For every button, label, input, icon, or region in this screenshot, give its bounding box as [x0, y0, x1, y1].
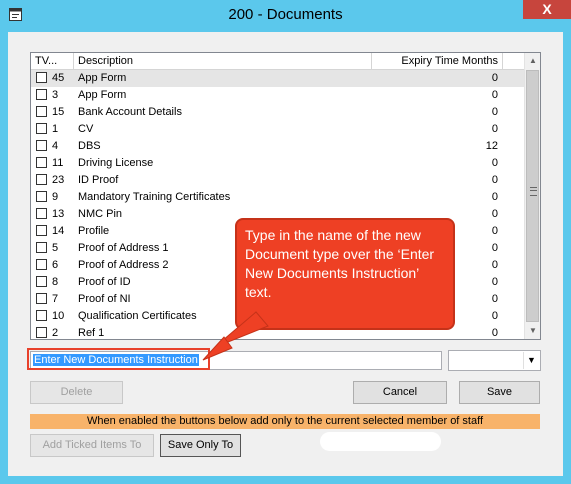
- row-checkbox[interactable]: [36, 208, 47, 219]
- column-header-tv[interactable]: TV...: [31, 53, 74, 69]
- row-expiry: 0: [491, 208, 498, 220]
- delete-button[interactable]: Delete: [30, 381, 123, 404]
- row-expiry: 0: [491, 242, 498, 254]
- row-description: CV: [78, 123, 94, 135]
- decorative-pill: [320, 432, 441, 451]
- documents-window: 200 - Documents X TV... Description Expi…: [0, 0, 571, 484]
- chevron-down-icon[interactable]: ▼: [523, 352, 539, 369]
- row-expiry: 0: [491, 276, 498, 288]
- row-tv-number: 5: [52, 242, 59, 254]
- cancel-button[interactable]: Cancel: [353, 381, 447, 404]
- row-expiry: 12: [485, 140, 498, 152]
- row-description: Qualification Certificates: [78, 310, 197, 322]
- table-row[interactable]: 45 App Form 0: [31, 70, 524, 87]
- table-row[interactable]: 1 CV 0: [31, 121, 524, 138]
- add-ticked-items-button[interactable]: Add Ticked Items To: [30, 434, 154, 457]
- row-description: App Form: [78, 72, 127, 84]
- row-tv-number: 13: [52, 208, 65, 220]
- row-checkbox[interactable]: [36, 191, 47, 202]
- close-button[interactable]: X: [523, 0, 571, 19]
- row-description: App Form: [78, 89, 127, 101]
- row-description: NMC Pin: [78, 208, 123, 220]
- row-checkbox[interactable]: [36, 225, 47, 236]
- row-tv-number: 10: [52, 310, 65, 322]
- row-checkbox[interactable]: [36, 106, 47, 117]
- row-description: Proof of Address 2: [78, 259, 169, 271]
- row-checkbox[interactable]: [36, 140, 47, 151]
- row-description: Ref 1: [78, 327, 105, 339]
- row-checkbox[interactable]: [36, 293, 47, 304]
- row-tv-number: 23: [52, 174, 65, 186]
- column-header-description[interactable]: Description: [74, 53, 372, 69]
- grid-header: TV... Description Expiry Time Months: [31, 53, 524, 70]
- row-description: Proof of NI: [78, 293, 131, 305]
- save-only-to-button[interactable]: Save Only To: [160, 434, 241, 457]
- row-description: ID Proof: [78, 174, 119, 186]
- row-checkbox[interactable]: [36, 123, 47, 134]
- row-checkbox[interactable]: [36, 276, 47, 287]
- row-checkbox[interactable]: [36, 157, 47, 168]
- row-expiry: 0: [491, 327, 498, 339]
- table-row[interactable]: 9 Mandatory Training Certificates 0: [31, 189, 524, 206]
- row-checkbox[interactable]: [36, 259, 47, 270]
- row-expiry: 0: [491, 225, 498, 237]
- table-row[interactable]: 11 Driving License 0: [31, 155, 524, 172]
- row-tv-number: 3: [52, 89, 59, 101]
- row-tv-number: 9: [52, 191, 59, 203]
- column-header-expiry[interactable]: Expiry Time Months: [372, 53, 503, 69]
- row-tv-number: 1: [52, 123, 59, 135]
- scroll-up-icon[interactable]: ▲: [525, 53, 540, 69]
- document-type-select[interactable]: ▼: [448, 350, 541, 371]
- row-checkbox[interactable]: [36, 327, 47, 338]
- table-row[interactable]: 4 DBS 12: [31, 138, 524, 155]
- table-row[interactable]: 23 ID Proof 0: [31, 172, 524, 189]
- row-description: DBS: [78, 140, 101, 152]
- row-description: Profile: [78, 225, 110, 237]
- row-checkbox[interactable]: [36, 242, 47, 253]
- grip-icon: [530, 187, 537, 196]
- row-description: Mandatory Training Certificates: [78, 191, 231, 203]
- row-expiry: 0: [491, 310, 498, 322]
- row-checkbox[interactable]: [36, 310, 47, 321]
- scroll-thumb[interactable]: [526, 70, 539, 322]
- row-expiry: 0: [491, 191, 498, 203]
- input-highlight-box: [27, 348, 210, 370]
- scroll-down-icon[interactable]: ▼: [525, 323, 540, 339]
- row-tv-number: 8: [52, 276, 59, 288]
- instruction-callout: Type in the name of the new Document typ…: [235, 218, 455, 330]
- title-bar[interactable]: 200 - Documents X: [0, 0, 571, 32]
- staff-notice-banner: When enabled the buttons below add only …: [30, 414, 540, 429]
- row-expiry: 0: [491, 89, 498, 101]
- row-description: Bank Account Details: [78, 106, 182, 118]
- row-description: Proof of Address 1: [78, 242, 169, 254]
- row-expiry: 0: [491, 72, 498, 84]
- row-tv-number: 11: [52, 157, 64, 169]
- vertical-scrollbar[interactable]: ▲ ▼: [524, 53, 540, 339]
- row-tv-number: 6: [52, 259, 59, 271]
- row-expiry: 0: [491, 174, 498, 186]
- row-tv-number: 15: [52, 106, 65, 118]
- table-row[interactable]: 15 Bank Account Details 0: [31, 104, 524, 121]
- row-expiry: 0: [491, 259, 498, 271]
- save-button[interactable]: Save: [459, 381, 540, 404]
- row-tv-number: 14: [52, 225, 65, 237]
- row-expiry: 0: [491, 123, 498, 135]
- row-expiry: 0: [491, 157, 498, 169]
- row-tv-number: 7: [52, 293, 59, 305]
- row-description: Driving License: [78, 157, 154, 169]
- row-tv-number: 4: [52, 140, 59, 152]
- row-description: Proof of ID: [78, 276, 131, 288]
- row-checkbox[interactable]: [36, 89, 47, 100]
- row-tv-number: 2: [52, 327, 59, 339]
- row-tv-number: 45: [52, 72, 65, 84]
- row-checkbox[interactable]: [36, 72, 47, 83]
- row-expiry: 0: [491, 293, 498, 305]
- row-checkbox[interactable]: [36, 174, 47, 185]
- table-row[interactable]: 3 App Form 0: [31, 87, 524, 104]
- window-title: 200 - Documents: [228, 6, 343, 23]
- row-expiry: 0: [491, 106, 498, 118]
